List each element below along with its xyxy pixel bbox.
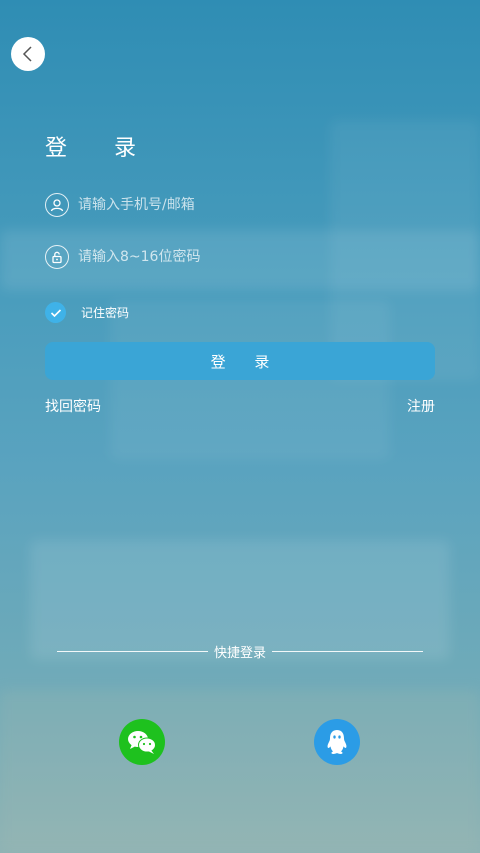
divider-line (272, 650, 424, 652)
register-link[interactable]: 注册 (407, 396, 435, 416)
background-blur (0, 690, 480, 853)
divider-line (57, 650, 208, 652)
login-button[interactable]: 登 录 (45, 342, 435, 380)
back-button[interactable] (11, 37, 45, 71)
page-title: 登 录 (45, 136, 156, 161)
qq-icon (327, 730, 347, 755)
forgot-password-link[interactable]: 找回密码 (45, 396, 101, 416)
wechat-icon (128, 731, 156, 754)
wechat-login-button[interactable] (119, 719, 165, 765)
user-icon (45, 193, 69, 217)
phone-input[interactable] (78, 190, 435, 220)
remember-password-label: 记住密码 (81, 306, 130, 320)
quick-login-divider: 快捷登录 (57, 641, 424, 661)
check-icon[interactable] (45, 302, 66, 323)
login-screen: 登 录 记住密码 登 录 找回密码 注册 (0, 0, 480, 853)
quick-login-label: 快捷登录 (214, 645, 267, 661)
lock-icon (45, 245, 69, 269)
phone-field (45, 190, 435, 220)
remember-password-toggle[interactable]: 记住密码 (45, 302, 129, 323)
password-field (45, 242, 435, 272)
qq-login-button[interactable] (314, 719, 360, 765)
password-input[interactable] (78, 242, 435, 272)
chevron-left-icon (22, 46, 32, 62)
